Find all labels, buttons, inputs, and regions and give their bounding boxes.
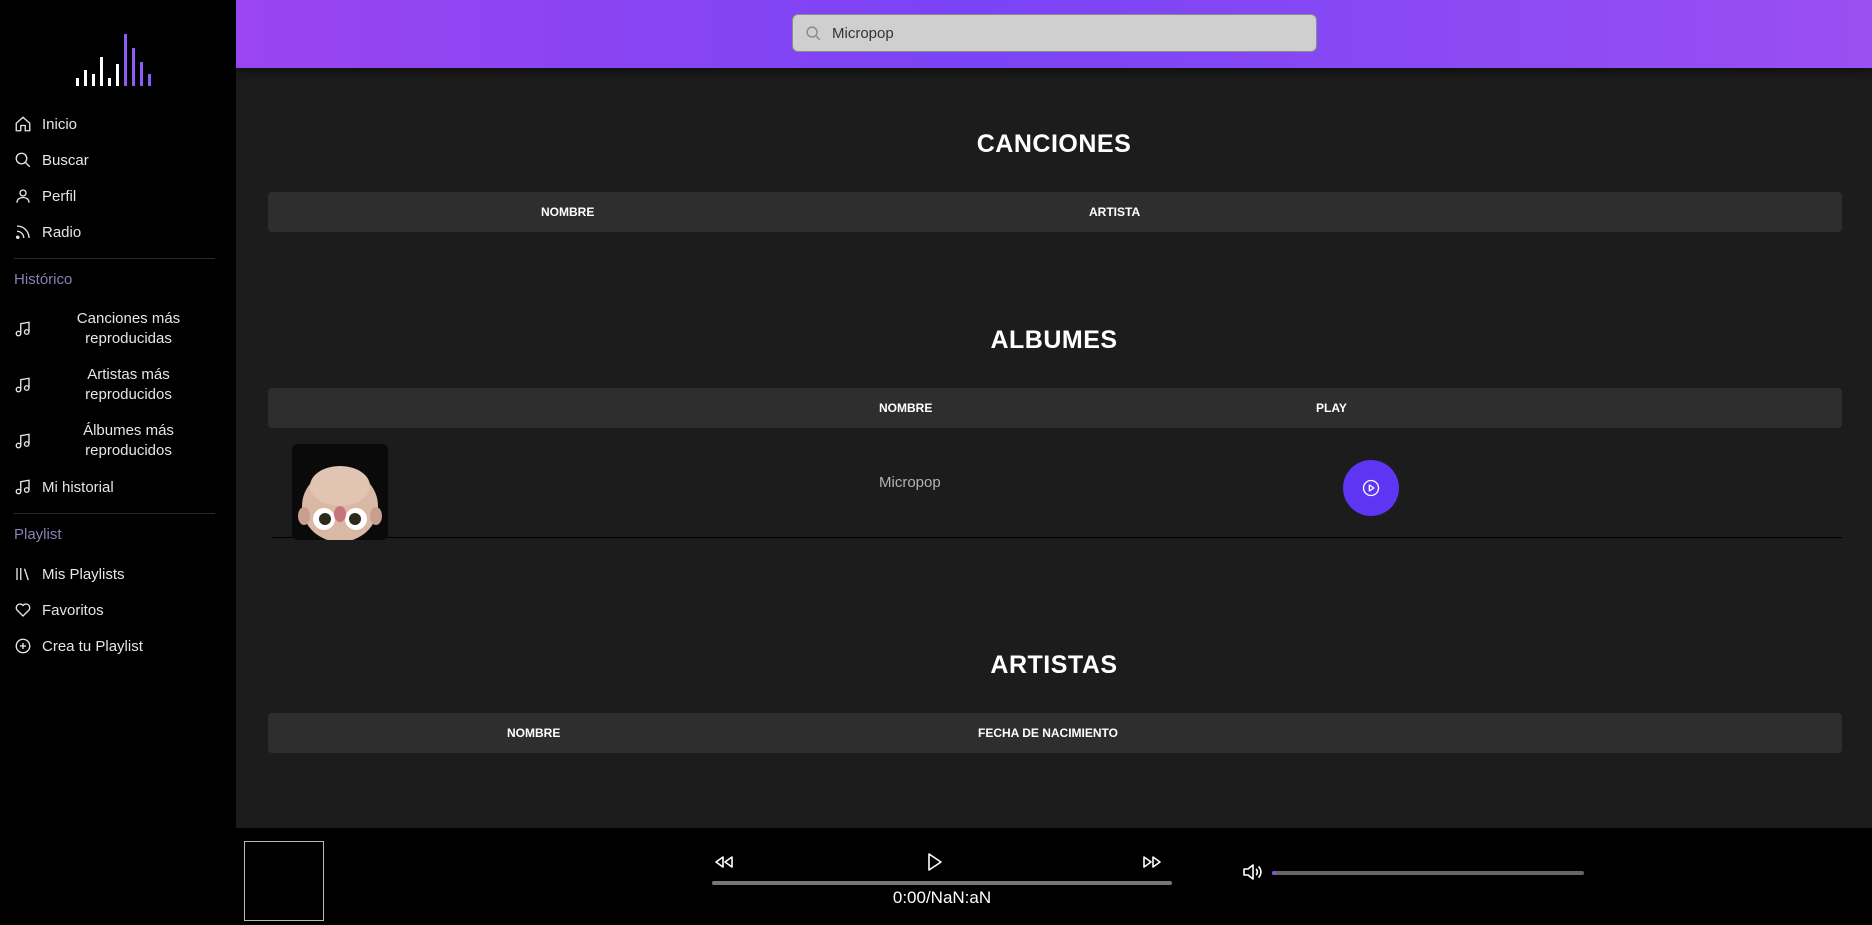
search-icon <box>15 152 31 168</box>
play-album-button[interactable] <box>1343 460 1399 516</box>
nav-label: Crea tu Playlist <box>42 637 143 655</box>
albumes-title: ALBUMES <box>990 326 1118 354</box>
nav-label: Artistas más reproducidos <box>85 366 172 403</box>
nav-item-crea-tu-playlist[interactable]: Crea tu Playlist <box>14 628 215 664</box>
nav-item-perfil[interactable]: Perfil <box>14 178 215 214</box>
play-icon <box>928 853 942 871</box>
column-header-play: PLAY <box>1316 401 1347 415</box>
now-playing-cover <box>244 841 324 921</box>
nav-item-canciones-mas-reproducidas[interactable]: Canciones más reproducidas <box>14 301 215 357</box>
fast-forward-button[interactable] <box>1140 850 1164 879</box>
nav-label: Buscar <box>42 151 89 169</box>
fast-forward-icon <box>1143 856 1161 868</box>
albumes-table-header: NOMBRE PLAY <box>268 388 1842 428</box>
music-note-icon <box>15 377 30 393</box>
music-note-icon <box>15 321 30 337</box>
plus-circle-icon <box>15 638 31 654</box>
sidebar: Inicio Buscar Perfil Radio Histórico Can… <box>0 0 236 925</box>
canciones-title: CANCIONES <box>976 130 1132 158</box>
nav-item-buscar[interactable]: Buscar <box>14 142 215 178</box>
playlist-label: Playlist <box>14 526 62 543</box>
top-header <box>236 0 1872 68</box>
column-header-fecha-de-nacimiento: FECHA DE NACIMIENTO <box>978 726 1119 740</box>
album-cover <box>292 444 388 540</box>
rewind-button[interactable] <box>712 850 736 879</box>
nav-label: Perfil <box>42 187 77 205</box>
nav-label: Álbumes más reproducidos <box>83 422 174 459</box>
search-input[interactable] <box>832 24 1292 42</box>
nav-item-albumes-mas-reproducidos[interactable]: Álbumes más reproducidos <box>14 413 215 469</box>
playback-time: 0:00/NaN:aN <box>892 888 992 907</box>
volume-slider[interactable] <box>1272 871 1584 875</box>
nav-item-radio[interactable]: Radio <box>14 214 215 250</box>
nav-item-artistas-mas-reproducidos[interactable]: Artistas más reproducidos <box>14 357 215 413</box>
main-nav: Inicio Buscar Perfil Radio Histórico Can… <box>14 106 215 664</box>
column-header-artista: ARTISTA <box>1089 205 1141 219</box>
user-icon <box>16 189 30 203</box>
divider <box>14 513 215 514</box>
music-note-icon <box>15 479 30 495</box>
artistas-title: ARTISTAS <box>990 651 1118 679</box>
canciones-table-header: NOMBRE ARTISTA <box>268 192 1842 232</box>
search-icon <box>806 25 821 40</box>
column-header-nombre: NOMBRE <box>879 401 933 415</box>
nav-item-mi-historial[interactable]: Mi historial <box>14 469 215 505</box>
equalizer-logo-icon[interactable] <box>72 30 152 88</box>
volume-icon <box>1243 864 1262 880</box>
music-note-icon <box>15 433 30 449</box>
nav-item-favoritos[interactable]: Favoritos <box>14 592 215 628</box>
historico-label: Histórico <box>14 271 73 288</box>
play-circle-icon <box>1362 479 1380 497</box>
rewind-icon <box>715 856 733 868</box>
nav-item-inicio[interactable]: Inicio <box>14 106 215 142</box>
column-header-nombre: NOMBRE <box>541 205 595 219</box>
nav-item-mis-playlists[interactable]: Mis Playlists <box>14 556 215 592</box>
volume-slider-fill <box>1272 871 1276 875</box>
nav-label: Canciones más reproducidas <box>76 310 181 347</box>
main-content: CANCIONES NOMBRE ARTISTA ALBUMES NOMBRE … <box>236 68 1872 828</box>
play-button[interactable] <box>922 850 946 879</box>
table-row[interactable]: Micropop <box>272 428 1842 540</box>
nav-label: Favoritos <box>42 601 104 619</box>
divider <box>14 258 215 259</box>
search-bar[interactable] <box>792 14 1317 52</box>
player-bar: 0:00/NaN:aN <box>236 828 1872 925</box>
nav-label: Mi historial <box>42 478 114 496</box>
library-icon <box>16 568 29 581</box>
nav-label: Radio <box>42 223 82 241</box>
playback-progress-bar[interactable] <box>712 881 1172 885</box>
heart-icon <box>15 603 31 617</box>
home-icon <box>15 116 31 132</box>
nav-label: Inicio <box>42 115 78 133</box>
nav-label: Mis Playlists <box>42 565 125 583</box>
rss-icon <box>15 225 30 240</box>
album-name: Micropop <box>879 474 941 491</box>
artistas-table-header: NOMBRE FECHA DE NACIMIENTO <box>268 713 1842 753</box>
album-cover-image <box>292 444 388 540</box>
column-header-nombre: NOMBRE <box>507 726 561 740</box>
volume-button[interactable] <box>1240 860 1264 889</box>
